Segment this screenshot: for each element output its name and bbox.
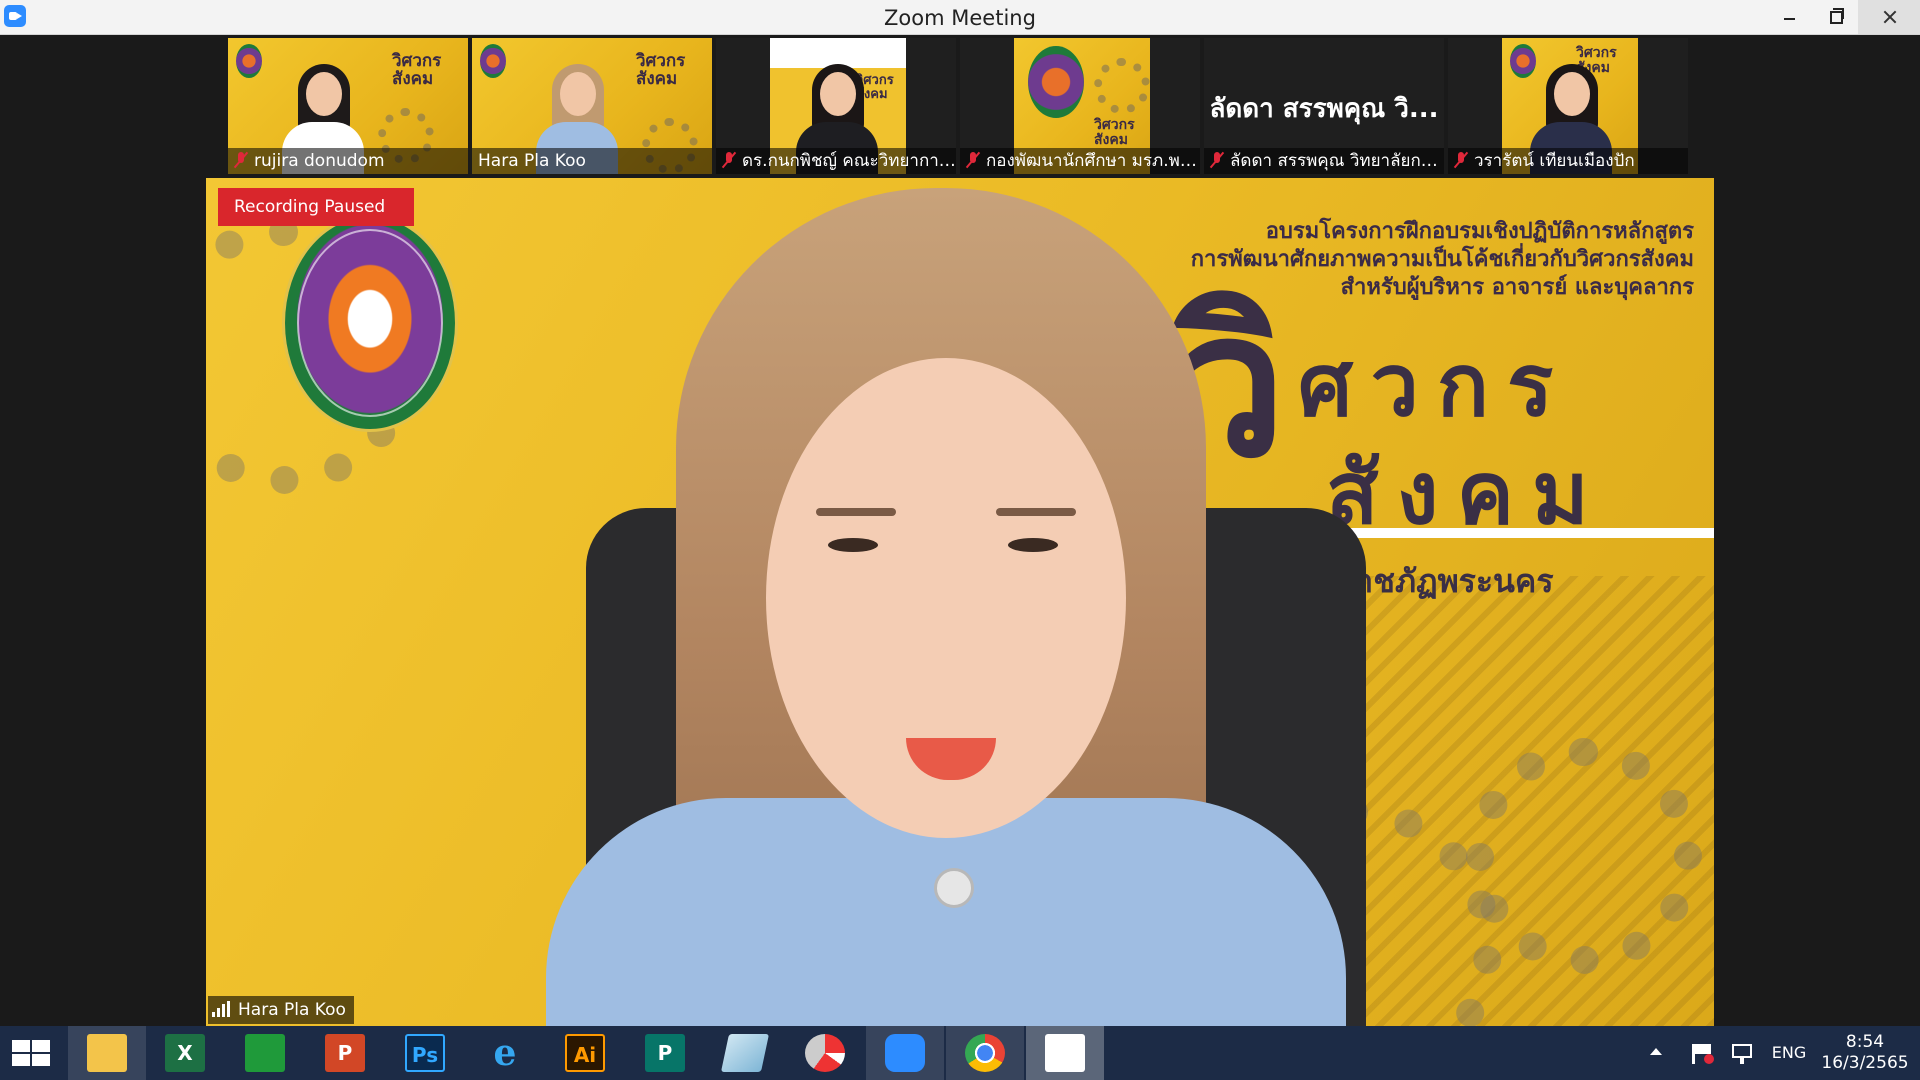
excel-icon: X (165, 1034, 205, 1072)
backdrop-title-line-2: สังคม (1326, 444, 1607, 544)
participant-tile[interactable]: ลัดดา สรรพคุณ วิ... ลัดดา สรรพคุณ วิทยาล… (1204, 38, 1444, 174)
participant-name-label: ดร.กนกพิชญ์ คณะวิทยาการ... (716, 148, 956, 174)
illustrator-icon: Ai (565, 1034, 605, 1072)
input-language[interactable]: ENG (1766, 1026, 1812, 1080)
mic-muted-icon (966, 152, 980, 168)
taskbar-file-explorer[interactable] (68, 1026, 146, 1080)
taskbar-photoscape[interactable] (786, 1026, 864, 1080)
taskbar-excel[interactable]: X (146, 1026, 224, 1080)
powerpoint-icon: P (325, 1034, 365, 1072)
participant-strip: วิศวกร สังคม rujira donudom วิศวกร สังคม… (0, 35, 1920, 175)
notepad-icon (720, 1034, 770, 1072)
mic-muted-icon (722, 152, 736, 168)
university-seal-icon (480, 44, 506, 78)
taskbar-photos[interactable] (1026, 1026, 1104, 1080)
network-status[interactable] (1728, 1026, 1758, 1080)
speaker-figure (466, 178, 1366, 1026)
taskbar-chrome[interactable] (946, 1026, 1024, 1080)
taskbar-powerpoint[interactable]: P (306, 1026, 384, 1080)
chevron-up-icon (1650, 1048, 1662, 1055)
restore-button[interactable] (1812, 0, 1858, 34)
title-bar: Zoom Meeting (0, 0, 1920, 35)
mic-muted-icon (1454, 152, 1468, 168)
taskbar-clock[interactable]: 8:54 16/3/2565 (1820, 1032, 1910, 1074)
taskbar-store[interactable] (226, 1026, 304, 1080)
chrome-icon (965, 1034, 1005, 1072)
taskbar-illustrator[interactable]: Ai (546, 1026, 624, 1080)
participant-tile[interactable]: วิศวกร สังคม วรารัตน์ เทียนเมืองปัก (1448, 38, 1688, 174)
active-speaker-label: Hara Pla Koo (208, 996, 354, 1024)
taskbar-notepad[interactable] (706, 1026, 784, 1080)
photos-icon (1045, 1034, 1085, 1072)
publisher-icon: P (645, 1034, 685, 1072)
main-speaker-video: อบรมโครงการฝึกอบรมเชิงปฏิบัติการหลักสูตร… (206, 178, 1714, 1026)
internet-explorer-icon: e (493, 1032, 517, 1074)
zoom-icon (885, 1034, 925, 1072)
taskbar-zoom[interactable] (866, 1026, 944, 1080)
taskbar-publisher[interactable]: P (626, 1026, 704, 1080)
clock-date: 16/3/2565 (1821, 1053, 1909, 1073)
clock-time: 8:54 (1845, 1032, 1885, 1052)
recording-status-badge[interactable]: Recording Paused (218, 188, 414, 226)
participant-name-label: rujira donudom (228, 148, 468, 174)
start-button[interactable] (0, 1026, 66, 1080)
action-center-flag[interactable] (1688, 1026, 1718, 1080)
brand-text: วิศวกร สังคม (1094, 117, 1135, 148)
show-hidden-icons-button[interactable] (1644, 1026, 1668, 1080)
participant-tile[interactable]: วิศวกร สังคม ดร.กนกพิชญ์ คณะวิทยาการ... (716, 38, 956, 174)
close-button[interactable] (1858, 0, 1920, 34)
window-title: Zoom Meeting (884, 6, 1036, 30)
university-seal-icon (282, 214, 458, 432)
windows-logo-icon (12, 1040, 52, 1068)
university-seal-icon (236, 44, 262, 78)
signal-strength-icon (212, 1001, 232, 1017)
participant-name-label: ลัดดา สรรพคุณ วิทยาลัยกา... (1204, 148, 1444, 174)
brand-text: วิศวกร สังคม (636, 51, 686, 89)
participant-tile[interactable]: วิศวกร สังคม กองพัฒนานักศึกษา มรภ.พร... (960, 38, 1200, 174)
university-seal-icon (1028, 46, 1084, 118)
taskbar-photoshop[interactable]: Ps (386, 1026, 464, 1080)
participant-tile-active[interactable]: วิศวกร สังคม Hara Pla Koo (472, 38, 712, 174)
mic-muted-icon (234, 152, 248, 168)
participant-display-name: ลัดดา สรรพคุณ วิ... (1209, 94, 1439, 124)
participant-name-label: กองพัฒนานักศึกษา มรภ.พร... (960, 148, 1200, 174)
store-icon (245, 1034, 285, 1072)
participant-name-label: Hara Pla Koo (472, 148, 712, 174)
minimize-button[interactable] (1766, 0, 1812, 34)
participant-tile[interactable]: วิศวกร สังคม rujira donudom (228, 38, 468, 174)
mic-muted-icon (1210, 152, 1224, 168)
taskbar-internet-explorer[interactable]: e (466, 1026, 544, 1080)
brand-text: วิศวกร สังคม (392, 51, 442, 89)
participant-name-label: วรารัตน์ เทียนเมืองปัก (1448, 148, 1688, 174)
photoshop-icon: Ps (405, 1034, 445, 1072)
taskbar: X P Ps e Ai P ENG 8:54 16/3/2565 (0, 1026, 1920, 1080)
network-icon (1732, 1044, 1752, 1058)
folder-icon (87, 1034, 127, 1072)
photoscape-icon (805, 1034, 845, 1072)
